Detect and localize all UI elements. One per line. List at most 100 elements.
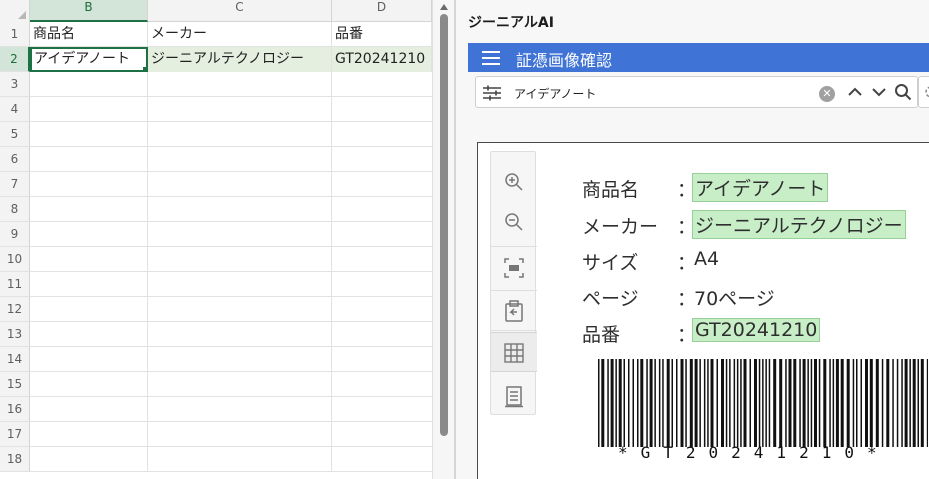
doc-value-highlight[interactable]: GT20241210 (692, 318, 821, 342)
doc-value-highlight[interactable]: アイデアノート (692, 173, 829, 202)
cell-c2[interactable]: ジーニアルテクノロジー (148, 47, 332, 72)
table-row[interactable] (30, 72, 432, 97)
doc-label: メーカー (582, 216, 659, 238)
column-header-d[interactable]: D (332, 0, 432, 22)
doc-label: ページ (582, 288, 639, 310)
clear-search-icon[interactable]: ✕ (819, 86, 835, 102)
barcode-bar (881, 359, 884, 447)
barcode-bar (779, 359, 783, 447)
table-row[interactable] (30, 397, 432, 422)
chevron-up-icon[interactable] (846, 83, 864, 101)
refresh-icon[interactable] (922, 85, 929, 99)
table-row[interactable] (30, 347, 432, 372)
barcode-bar (721, 359, 724, 447)
row-header[interactable]: 7 (0, 172, 30, 197)
table-row[interactable] (30, 247, 432, 272)
column-header-c[interactable]: C (148, 0, 332, 22)
row-header[interactable]: 1 (0, 22, 30, 47)
barcode-bar (765, 359, 767, 447)
zoom-in-button[interactable] (491, 162, 537, 202)
barcode-bar (926, 359, 928, 447)
grid-view-button[interactable] (491, 332, 537, 372)
document-viewer: 商品名 ： アイデアノート メーカー ： ジーニアルテクノロジー サイズ ： A… (477, 142, 929, 479)
barcode-bar (773, 359, 777, 447)
barcode-bar (623, 359, 625, 447)
barcode-bar (736, 359, 739, 447)
row-header[interactable]: 8 (0, 197, 30, 222)
barcode-bar (703, 359, 706, 447)
secondary-search-box[interactable] (918, 76, 929, 108)
table-row[interactable] (30, 172, 432, 197)
hamburger-menu-icon[interactable] (482, 51, 500, 65)
table-row[interactable] (30, 372, 432, 397)
panel-title: ジーニアルAI (468, 15, 554, 31)
row-header[interactable]: 3 (0, 72, 30, 97)
row-header[interactable]: 10 (0, 247, 30, 272)
barcode-bar (632, 359, 634, 447)
cell-d1[interactable]: 品番 (332, 22, 432, 47)
table-row[interactable] (30, 422, 432, 447)
zoom-out-button[interactable] (491, 202, 537, 242)
cell-b2-active[interactable]: アイデアノート (30, 47, 148, 72)
barcode-bar (814, 359, 817, 447)
cell-c1[interactable]: メーカー (148, 22, 332, 47)
table-row[interactable] (30, 272, 432, 297)
table-row[interactable] (30, 97, 432, 122)
barcode-bar (896, 359, 899, 447)
filter-settings-icon[interactable] (482, 85, 502, 101)
table-row[interactable] (30, 122, 432, 147)
row-header[interactable]: 15 (0, 372, 30, 397)
chevron-down-icon[interactable] (870, 83, 888, 101)
barcode-bar (856, 359, 858, 447)
barcode-bar (733, 359, 736, 447)
clipboard-return-button[interactable] (491, 290, 537, 330)
row-header[interactable]: 17 (0, 422, 30, 447)
cell-d2[interactable]: GT20241210 (332, 47, 432, 72)
row-header[interactable]: 13 (0, 322, 30, 347)
barcode-bar (754, 359, 757, 447)
barcode-bar (875, 359, 879, 447)
row-header[interactable]: 16 (0, 397, 30, 422)
barcode-bar (785, 359, 787, 447)
row-header[interactable]: 5 (0, 122, 30, 147)
barcode-bar (699, 359, 701, 447)
barcode-bar (768, 359, 771, 447)
row-header[interactable]: 2 (0, 47, 30, 72)
barcode-bar (901, 359, 903, 447)
select-all-corner[interactable] (0, 0, 30, 22)
scrollbar-thumb[interactable] (440, 14, 448, 436)
table-row[interactable] (30, 197, 432, 222)
barcode-bar (807, 359, 809, 447)
table-row[interactable] (30, 297, 432, 322)
fit-screen-button[interactable] (491, 248, 537, 288)
doc-value-highlight[interactable]: ジーニアルテクノロジー (692, 210, 906, 239)
row-header[interactable]: 9 (0, 222, 30, 247)
row-header[interactable]: 12 (0, 297, 30, 322)
search-icon[interactable] (894, 83, 912, 101)
barcode-bar (793, 359, 797, 447)
barcode-bar (818, 359, 821, 447)
row-header[interactable]: 6 (0, 147, 30, 172)
table-row[interactable] (30, 322, 432, 347)
scroll-up-arrow-icon[interactable] (440, 4, 448, 10)
column-header-b[interactable]: B (30, 0, 148, 22)
barcode-bar (886, 359, 890, 447)
row-header[interactable]: 4 (0, 97, 30, 122)
barcode-bar (920, 359, 924, 447)
barcode-bar (892, 359, 894, 447)
search-input[interactable]: アイデアノート (514, 85, 596, 102)
barcode-bar (725, 359, 728, 447)
row-header[interactable]: 11 (0, 272, 30, 297)
table-row[interactable] (30, 447, 432, 472)
document-icon (505, 386, 523, 408)
cell-b1[interactable]: 商品名 (30, 22, 148, 47)
table-row[interactable] (30, 147, 432, 172)
row-header[interactable]: 18 (0, 447, 30, 472)
table-row[interactable] (30, 222, 432, 247)
barcode-bar (729, 359, 731, 447)
barcode-bar (758, 359, 761, 447)
barcode-bar (640, 359, 644, 447)
vertical-scrollbar[interactable] (432, 0, 454, 479)
document-button[interactable] (491, 376, 537, 416)
row-header[interactable]: 14 (0, 347, 30, 372)
